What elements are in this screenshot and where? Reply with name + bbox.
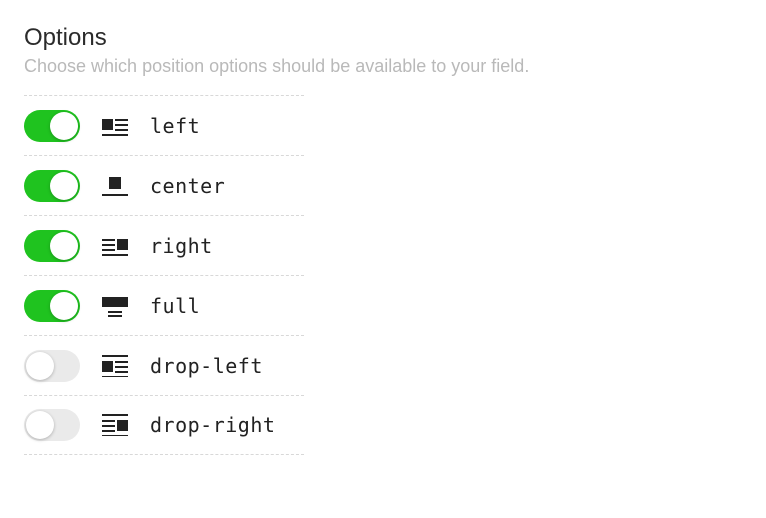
options-heading: Options [24,24,742,52]
toggle-left[interactable] [24,110,80,142]
option-label-right: right [150,234,213,258]
option-row-left: left [24,95,304,155]
options-list: left center right [24,95,742,455]
option-label-center: center [150,174,225,198]
align-drop-left-icon [102,355,128,377]
option-row-right: right [24,215,304,275]
option-label-left: left [150,114,200,138]
toggle-center[interactable] [24,170,80,202]
option-label-full: full [150,294,200,318]
option-row-drop-right: drop-right [24,395,304,455]
option-label-drop-left: drop-left [150,354,263,378]
toggle-full[interactable] [24,290,80,322]
toggle-drop-right[interactable] [24,409,80,441]
options-description: Choose which position options should be … [24,56,742,77]
align-full-icon [102,295,128,317]
option-row-full: full [24,275,304,335]
option-row-drop-left: drop-left [24,335,304,395]
align-right-icon [102,235,128,257]
toggle-drop-left[interactable] [24,350,80,382]
option-label-drop-right: drop-right [150,413,275,437]
align-left-icon [102,115,128,137]
toggle-right[interactable] [24,230,80,262]
option-row-center: center [24,155,304,215]
align-drop-right-icon [102,414,128,436]
align-center-icon [102,175,128,197]
